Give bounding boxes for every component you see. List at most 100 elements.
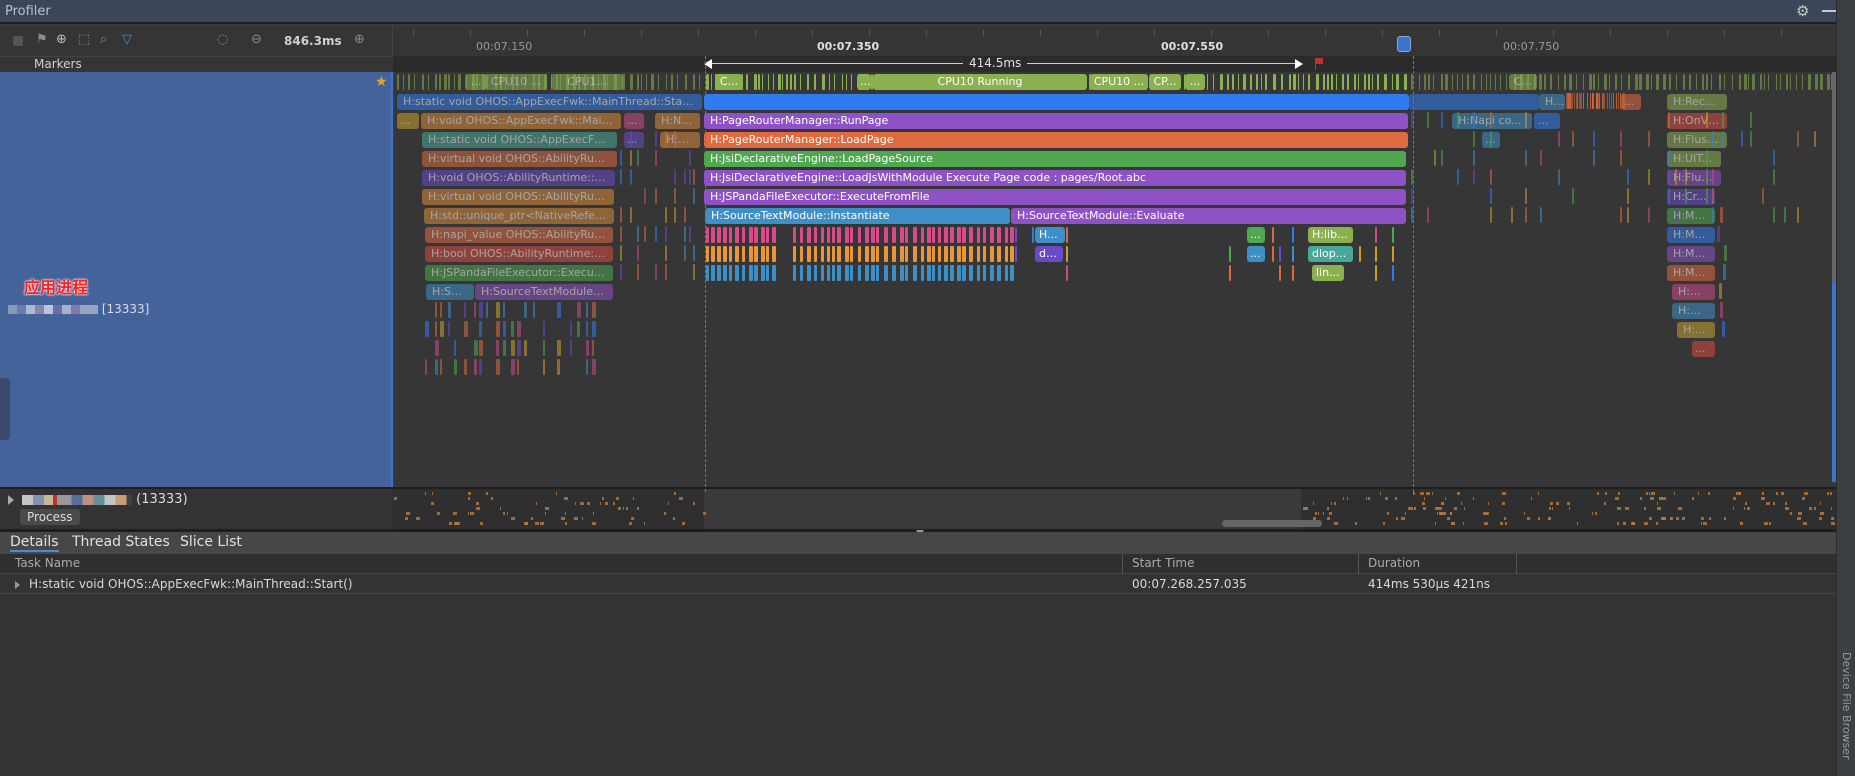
slice-stripe[interactable] (479, 302, 483, 318)
slice-stripe[interactable] (440, 359, 442, 375)
slice-stripe[interactable] (1720, 302, 1723, 318)
slice-stripe[interactable] (1473, 150, 1475, 166)
slice-stripe[interactable] (577, 302, 581, 318)
cpu-state-stripe[interactable] (851, 74, 852, 90)
slice-stripe[interactable] (474, 340, 478, 356)
slice-stripe[interactable] (1722, 321, 1725, 337)
slice-stripe[interactable] (435, 321, 437, 337)
slice-stripe[interactable] (865, 246, 869, 262)
slice-stripe[interactable] (932, 227, 935, 243)
slice-stripe[interactable] (1580, 93, 1581, 109)
slice-stripe[interactable] (511, 321, 514, 337)
slice-stripe[interactable] (511, 340, 515, 356)
slice[interactable]: H:lib... (1308, 227, 1353, 243)
slice-selected-main[interactable] (704, 94, 1409, 110)
slice-stripe[interactable] (592, 340, 594, 356)
slice[interactable]: H:static void OHOS::AppExecFwk:... (422, 132, 617, 148)
slice-stripe[interactable] (620, 264, 622, 280)
cpu-state-stripe[interactable] (1452, 74, 1453, 90)
timeline-scrollbar-thumb[interactable] (1832, 72, 1836, 282)
slice-stripe[interactable] (927, 265, 931, 281)
slice-stripe[interactable] (735, 227, 739, 243)
cpu-state-stripe[interactable] (800, 74, 801, 90)
reset-zoom-icon[interactable]: ◌ (217, 33, 228, 47)
cpu-state-stripe[interactable] (693, 74, 695, 90)
cpu-state-stripe[interactable] (1364, 74, 1366, 90)
slice-stripe[interactable] (1611, 93, 1612, 109)
slice-stripe[interactable] (1712, 188, 1714, 204)
slice-stripe[interactable] (644, 226, 646, 242)
column-separator[interactable] (1516, 554, 1517, 574)
slice-stripe[interactable] (689, 150, 691, 166)
thread-label-panel[interactable]: ★ 应用进程 [13333] (0, 72, 393, 487)
slice-stripe[interactable] (876, 265, 879, 281)
slice-stripe[interactable] (827, 246, 830, 262)
cpu-state-stripe[interactable] (1336, 74, 1337, 90)
slice-stripe[interactable] (793, 246, 796, 262)
cpu-state-stripe[interactable] (1583, 74, 1584, 90)
slice-stripe[interactable] (706, 227, 709, 243)
slice-stripe[interactable] (517, 359, 519, 375)
slice-stripe[interactable] (1427, 112, 1429, 128)
slice-stripe[interactable] (858, 227, 861, 243)
slice-stripe[interactable] (1392, 265, 1394, 281)
slice[interactable]: H:JsiDeclarativeEngine::LoadJsWithModule… (704, 170, 1406, 186)
slice-stripe[interactable] (637, 264, 639, 280)
slice-stripe[interactable] (742, 265, 745, 281)
cpu-state-stripe[interactable] (630, 74, 633, 90)
slice-stripe[interactable] (1590, 93, 1591, 109)
slice-stripe[interactable] (1066, 246, 1068, 262)
cpu-state-stripe[interactable] (641, 74, 642, 90)
slice-stripe[interactable] (454, 340, 456, 356)
slice-stripe[interactable] (754, 246, 758, 262)
cpu-state-stripe[interactable] (1550, 74, 1552, 90)
cpu-state-stripe[interactable] (1396, 74, 1399, 90)
slice[interactable]: H:static void OHOS::AppExecFwk::MainThre… (397, 94, 702, 110)
slice-stripe[interactable] (674, 169, 676, 185)
cpu-state-stripe[interactable] (1569, 74, 1572, 90)
slice-stripe[interactable] (944, 227, 948, 243)
slice-stripe[interactable] (479, 340, 483, 356)
slice-stripe[interactable] (1706, 169, 1708, 185)
slice[interactable]: H:OnVs... (1667, 113, 1727, 129)
cpu-state-stripe[interactable] (1500, 74, 1501, 90)
slice[interactable]: H:std::unique_ptr<NativeRefere... (424, 208, 614, 224)
slice-stripe[interactable] (486, 302, 488, 318)
slice-stripe[interactable] (749, 246, 753, 262)
slice-stripe[interactable] (693, 264, 695, 280)
slice-stripe[interactable] (1525, 207, 1527, 223)
slice-stripe[interactable] (962, 246, 966, 262)
slice-stripe[interactable] (1592, 93, 1593, 109)
cpu-state-stripe[interactable] (1663, 74, 1666, 90)
slice-stripe[interactable] (665, 131, 667, 147)
slice-stripe[interactable] (905, 265, 908, 281)
slice-stripe[interactable] (1540, 150, 1542, 166)
slice-stripe[interactable] (1490, 207, 1492, 223)
cpu-state-stripe[interactable] (1392, 74, 1393, 90)
slice-stripe[interactable] (1706, 112, 1708, 128)
slice-stripe[interactable] (735, 265, 739, 281)
cpu-state-stripe[interactable] (439, 74, 441, 90)
cpu-state-stripe[interactable] (646, 74, 647, 90)
slice-stripe[interactable] (1005, 265, 1008, 281)
minimize-icon[interactable] (1822, 10, 1836, 12)
cpu-state-stripe[interactable] (1368, 74, 1370, 90)
flag-icon[interactable]: ⚑ (36, 33, 48, 47)
cpu-state-stripe[interactable] (677, 74, 678, 90)
slice[interactable]: H:... (1677, 322, 1715, 338)
slice[interactable]: H:Me... (1667, 246, 1715, 262)
cpu-state-stripe[interactable] (1445, 74, 1448, 90)
slice-stripe[interactable] (1616, 93, 1617, 109)
cpu-state-stripe[interactable] (778, 74, 781, 90)
cpu-state-stripe[interactable] (829, 74, 830, 90)
cpu-state-stripe[interactable] (711, 74, 712, 90)
slice-stripe[interactable] (1571, 93, 1572, 109)
cpu-state-stripe[interactable] (1621, 74, 1622, 90)
slice-stripe[interactable] (821, 265, 824, 281)
slice-stripe[interactable] (962, 227, 966, 243)
slice-stripe[interactable] (503, 340, 506, 356)
cpu-state-stripe[interactable] (1481, 74, 1482, 90)
cpu-state-stripe[interactable] (1462, 74, 1463, 90)
slice-stripe[interactable] (793, 227, 796, 243)
slice-stripe[interactable] (711, 246, 715, 262)
